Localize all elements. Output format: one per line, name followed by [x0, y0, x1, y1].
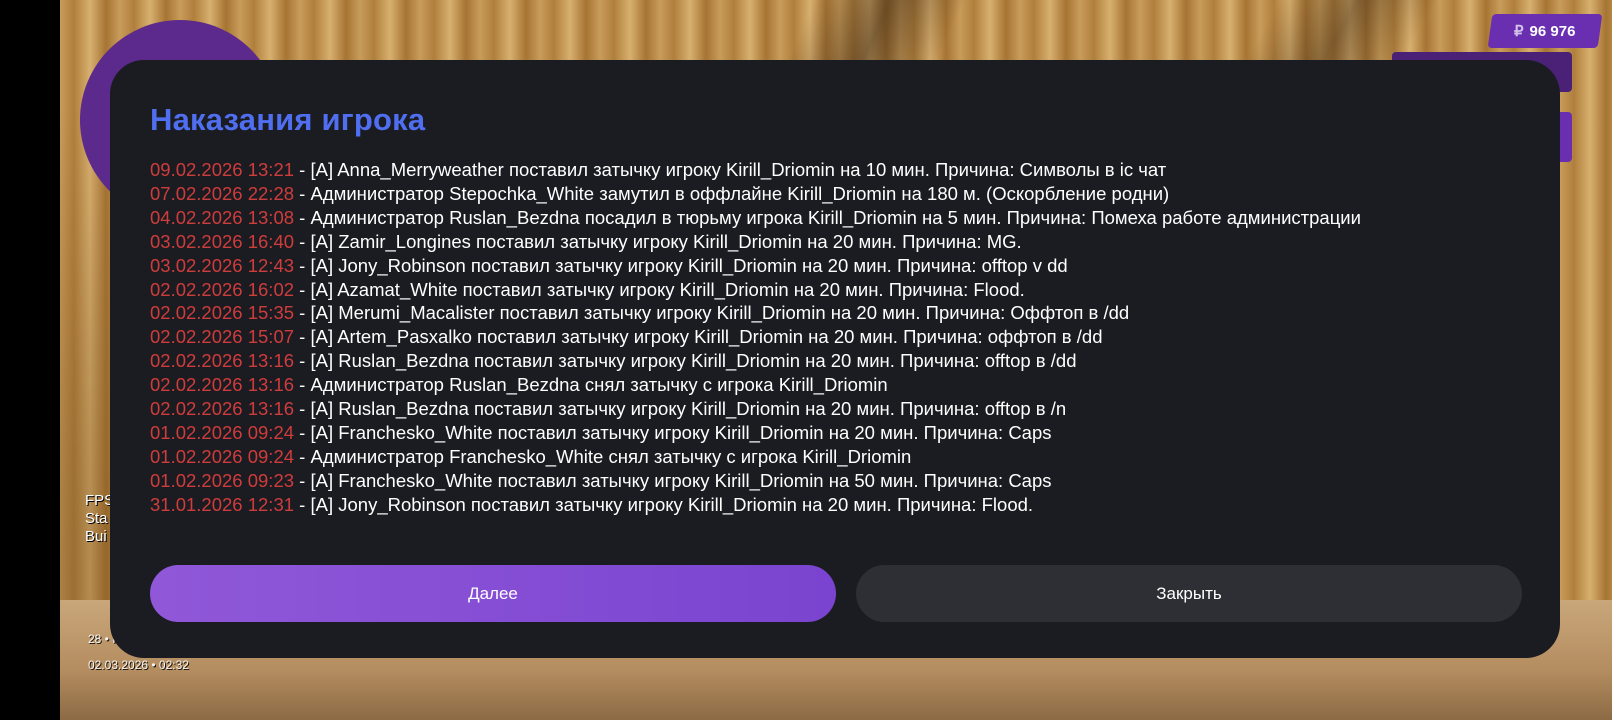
letterbox-bar — [0, 0, 60, 720]
entry-text: [A] Anna_Merryweather поставил затычку и… — [310, 159, 1167, 180]
log-entry: 07.02.2026 22:28 - Администратор Stepoch… — [150, 182, 1540, 206]
punishments-dialog: Наказания игрока 09.02.2026 13:21 - [A] … — [110, 60, 1560, 658]
entry-timestamp: 03.02.2026 16:40 — [150, 230, 295, 252]
log-entry: 01.02.2026 09:23 - [A] Franchesko_White … — [150, 469, 1540, 493]
entry-separator: - — [294, 254, 311, 276]
dialog-title: Наказания игрока — [150, 102, 426, 137]
log-entry: 04.02.2026 13:08 - Администратор Ruslan_… — [150, 206, 1540, 230]
entry-timestamp: 02.02.2026 13:16 — [150, 398, 295, 420]
log-entry: 09.02.2026 13:21 - [A] Anna_Merryweather… — [150, 158, 1540, 182]
entry-text: [A] Ruslan_Bezdna поставил затычку игрок… — [310, 398, 1067, 420]
log-entry: 02.02.2026 15:35 - [A] Merumi_Macalister… — [150, 301, 1540, 325]
entry-separator: - — [294, 421, 311, 443]
status-datetime: 02.03.2026 • 02:32 — [88, 658, 189, 672]
money-badge: ₽96 976 — [1487, 14, 1603, 48]
entry-timestamp: 02.02.2026 13:16 — [150, 350, 295, 372]
close-button[interactable]: Закрыть — [856, 565, 1522, 622]
entry-separator: - — [294, 206, 311, 228]
entry-timestamp: 01.02.2026 09:23 — [150, 469, 295, 491]
entry-timestamp: 01.02.2026 09:24 — [150, 421, 295, 443]
log-entry: 31.01.2026 12:31 - [A] Jony_Robinson пос… — [150, 493, 1540, 517]
entry-timestamp: 02.02.2026 15:35 — [150, 302, 295, 324]
entry-text: [A] Jony_Robinson поставил затычку игрок… — [310, 493, 1034, 515]
entry-timestamp: 04.02.2026 13:08 — [150, 206, 295, 228]
entry-separator: - — [294, 182, 311, 204]
entry-timestamp: 02.02.2026 16:02 — [150, 278, 295, 300]
entry-separator: - — [294, 469, 311, 491]
entry-text: [A] Azamat_White поставил затычку игроку… — [310, 278, 1025, 300]
entry-timestamp: 02.02.2026 15:07 — [150, 326, 295, 348]
money-value: 96 976 — [1529, 23, 1576, 40]
log-entry: 02.02.2026 16:02 - [A] Azamat_White пост… — [150, 278, 1540, 302]
entry-separator: - — [294, 159, 311, 180]
punishment-log: 09.02.2026 13:21 - [A] Anna_Merryweather… — [150, 158, 1540, 517]
entry-timestamp: 03.02.2026 12:43 — [150, 254, 295, 276]
entry-text: Администратор Ruslan_Bezdna посадил в тю… — [310, 206, 1361, 228]
log-entry: 02.02.2026 13:16 - Администратор Ruslan_… — [150, 373, 1540, 397]
entry-separator: - — [294, 445, 311, 467]
log-entry: 02.02.2026 13:16 - [A] Ruslan_Bezdna пос… — [150, 397, 1540, 421]
entry-separator: - — [294, 350, 311, 372]
entry-timestamp: 01.02.2026 09:24 — [150, 445, 295, 467]
log-entry: 02.02.2026 13:16 - [A] Ruslan_Bezdna пос… — [150, 349, 1540, 373]
entry-separator: - — [294, 230, 311, 252]
entry-separator: - — [294, 398, 311, 420]
entry-separator: - — [294, 493, 311, 515]
entry-text: Администратор Franchesko_White снял заты… — [310, 445, 912, 467]
entry-timestamp: 02.02.2026 13:16 — [150, 374, 295, 396]
entry-text: [A] Jony_Robinson поставил затычку игрок… — [310, 254, 1068, 276]
entry-text: Администратор Stepochka_White замутил в … — [310, 182, 1170, 204]
currency-icon: ₽ — [1514, 23, 1524, 40]
log-entry: 03.02.2026 16:40 - [A] Zamir_Longines по… — [150, 230, 1540, 254]
entry-text: [A] Franchesko_White поставил затычку иг… — [310, 421, 1052, 443]
entry-separator: - — [294, 302, 311, 324]
entry-separator: - — [294, 278, 311, 300]
game-screen: ₽96 976 FPS Sta Bui 28 • ID 7 02.03.2026… — [0, 0, 1612, 720]
entry-timestamp: 31.01.2026 12:31 — [150, 493, 295, 515]
entry-timestamp: 09.02.2026 13:21 — [150, 159, 295, 180]
entry-text: [A] Merumi_Macalister поставил затычку и… — [310, 302, 1130, 324]
entry-text: [A] Ruslan_Bezdna поставил затычку игрок… — [310, 350, 1077, 372]
next-button[interactable]: Далее — [150, 565, 836, 622]
entry-timestamp: 07.02.2026 22:28 — [150, 182, 295, 204]
entry-text: [A] Artem_Pasxalko поставил затычку игро… — [310, 326, 1103, 348]
entry-text: [A] Zamir_Longines поставил затычку игро… — [310, 230, 1022, 252]
log-entry: 03.02.2026 12:43 - [A] Jony_Robinson пос… — [150, 254, 1540, 278]
entry-separator: - — [294, 326, 311, 348]
entry-separator: - — [294, 374, 311, 396]
log-entry: 01.02.2026 09:24 - Администратор Franche… — [150, 445, 1540, 469]
log-entry: 02.02.2026 15:07 - [A] Artem_Pasxalko по… — [150, 325, 1540, 349]
entry-text: [A] Franchesko_White поставил затычку иг… — [310, 469, 1052, 491]
log-entry: 01.02.2026 09:24 - [A] Franchesko_White … — [150, 421, 1540, 445]
entry-text: Администратор Ruslan_Bezdna снял затычку… — [310, 374, 888, 396]
